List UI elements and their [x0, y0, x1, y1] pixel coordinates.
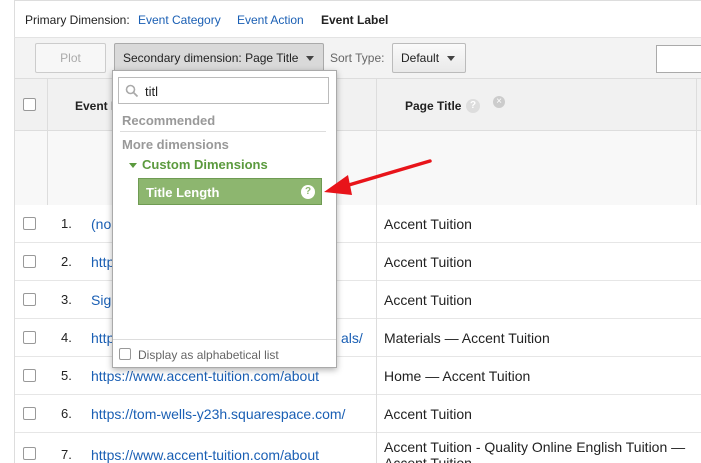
column-divider — [376, 243, 377, 281]
row-number: 7. — [61, 447, 72, 462]
row-checkbox[interactable] — [23, 447, 36, 460]
custom-dimensions-group[interactable]: Custom Dimensions — [129, 157, 268, 172]
primary-option-event-category[interactable]: Event Category — [138, 13, 221, 27]
primary-option-event-action[interactable]: Event Action — [237, 13, 304, 27]
column-divider — [376, 433, 377, 463]
page-title-cell: Materials — Accent Tuition — [384, 330, 550, 346]
dropdown-footer: Display as alphabetical list — [113, 339, 336, 368]
chevron-down-icon — [306, 56, 315, 62]
event-label-link[interactable]: http — [91, 330, 114, 346]
column-divider — [696, 79, 697, 206]
event-label-link[interactable]: https://tom-wells-y23h.squarespace.com/ — [91, 406, 345, 422]
annotation-arrow-icon — [324, 159, 432, 195]
page-title-cell: Accent Tuition — [384, 254, 472, 270]
column-divider — [376, 281, 377, 319]
row-number: 3. — [61, 292, 72, 307]
row-number: 4. — [61, 330, 72, 345]
event-label-link-tail[interactable]: als/ — [341, 330, 363, 346]
search-icon — [125, 84, 139, 98]
column-divider — [376, 357, 377, 395]
primary-option-event-label[interactable]: Event Label — [321, 13, 388, 27]
help-icon[interactable]: ? — [301, 185, 315, 199]
plot-rows-button[interactable]: Plot Rows — [35, 43, 106, 93]
select-all-checkbox[interactable] — [23, 98, 36, 111]
primary-dimension-bar: Primary Dimension: Event Category Event … — [14, 0, 701, 37]
row-checkbox[interactable] — [23, 293, 36, 306]
row-checkbox[interactable] — [23, 331, 36, 344]
column-header-page-title[interactable]: Page Title — [405, 99, 461, 113]
row-number: 5. — [61, 368, 72, 383]
chevron-down-icon — [447, 56, 456, 62]
event-label-link[interactable]: Sig — [91, 292, 111, 308]
row-checkbox[interactable] — [23, 217, 36, 230]
sort-type-label: Sort Type: — [330, 51, 385, 65]
event-label-link[interactable]: https://www.accent-tuition.com/about — [91, 368, 319, 384]
secondary-dimension-button[interactable]: Secondary dimension: Page Title — [114, 43, 324, 73]
divider — [120, 131, 326, 132]
custom-dimensions-label: Custom Dimensions — [142, 157, 268, 172]
row-number: 6. — [61, 406, 72, 421]
page-title-cell: Accent Tuition — [384, 406, 472, 422]
event-label-link[interactable]: http — [91, 254, 114, 270]
dimension-search-box[interactable] — [118, 77, 329, 104]
table-filter-input[interactable] — [656, 45, 701, 73]
dimension-search-input[interactable] — [145, 82, 325, 100]
alphabetical-list-label: Display as alphabetical list — [138, 348, 279, 362]
dimension-item-title-length[interactable]: Title Length ? — [138, 178, 322, 205]
column-divider — [47, 79, 48, 206]
event-label-link[interactable]: (no — [91, 216, 111, 232]
sort-type-select[interactable]: Default — [392, 43, 466, 73]
table-row: 6. https://tom-wells-y23h.squarespace.co… — [15, 395, 701, 433]
column-divider — [376, 395, 377, 433]
page-title-cell-line2: Accent Tuition — [384, 455, 472, 463]
row-checkbox[interactable] — [23, 407, 36, 420]
row-number: 1. — [61, 216, 72, 231]
remove-dimension-close-icon[interactable]: × — [493, 96, 505, 108]
help-icon[interactable]: ? — [466, 99, 480, 113]
primary-dimension-label: Primary Dimension: — [25, 13, 130, 27]
more-dimensions-header: More dimensions — [122, 137, 229, 152]
secondary-dimension-dropdown: Recommended More dimensions Custom Dimen… — [112, 70, 337, 368]
page-title-cell: Accent Tuition - Quality Online English … — [384, 439, 686, 455]
alphabetical-list-checkbox[interactable] — [119, 348, 131, 360]
event-label-link[interactable]: https://www.accent-tuition.com/about — [91, 447, 319, 463]
page-title-cell: Accent Tuition — [384, 292, 472, 308]
column-divider — [376, 205, 377, 243]
dimension-item-label: Title Length — [146, 185, 220, 200]
triangle-down-icon — [129, 163, 137, 169]
row-checkbox[interactable] — [23, 255, 36, 268]
secondary-dimension-label: Secondary dimension: Page Title — [123, 51, 299, 65]
row-checkbox[interactable] — [23, 369, 36, 382]
page-title-cell: Accent Tuition — [384, 216, 472, 232]
column-divider — [376, 319, 377, 357]
sort-type-value: Default — [401, 51, 440, 65]
recommended-header: Recommended — [122, 113, 216, 128]
table-row: 7. https://www.accent-tuition.com/about … — [15, 433, 701, 463]
row-number: 2. — [61, 254, 72, 269]
page-title-cell: Home — Accent Tuition — [384, 368, 531, 384]
